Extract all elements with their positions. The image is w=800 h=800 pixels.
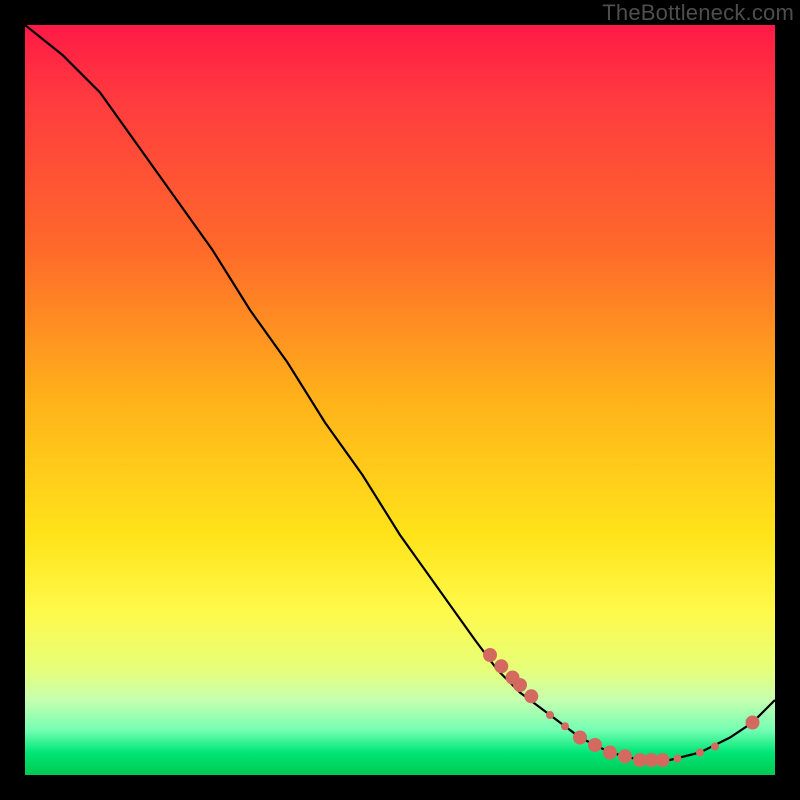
marker-dot	[656, 753, 670, 767]
plot-area	[25, 25, 775, 775]
watermark-text: TheBottleneck.com	[602, 0, 794, 26]
marker-dot	[618, 749, 632, 763]
marker-dot	[494, 659, 508, 673]
marker-dot	[513, 678, 527, 692]
chart-svg	[25, 25, 775, 775]
marker-dot	[603, 746, 617, 760]
bottleneck-curve	[25, 25, 775, 760]
marker-dot	[674, 755, 682, 763]
marker-dot	[588, 738, 602, 752]
marker-dot	[546, 711, 554, 719]
chart-frame: TheBottleneck.com	[0, 0, 800, 800]
marker-dot	[524, 689, 538, 703]
marker-dot	[561, 722, 569, 730]
highlighted-markers	[483, 648, 760, 767]
curve-line	[25, 25, 775, 760]
marker-dot	[746, 716, 760, 730]
marker-dot	[483, 648, 497, 662]
marker-dot	[711, 743, 719, 751]
marker-dot	[696, 749, 704, 757]
marker-dot	[573, 731, 587, 745]
